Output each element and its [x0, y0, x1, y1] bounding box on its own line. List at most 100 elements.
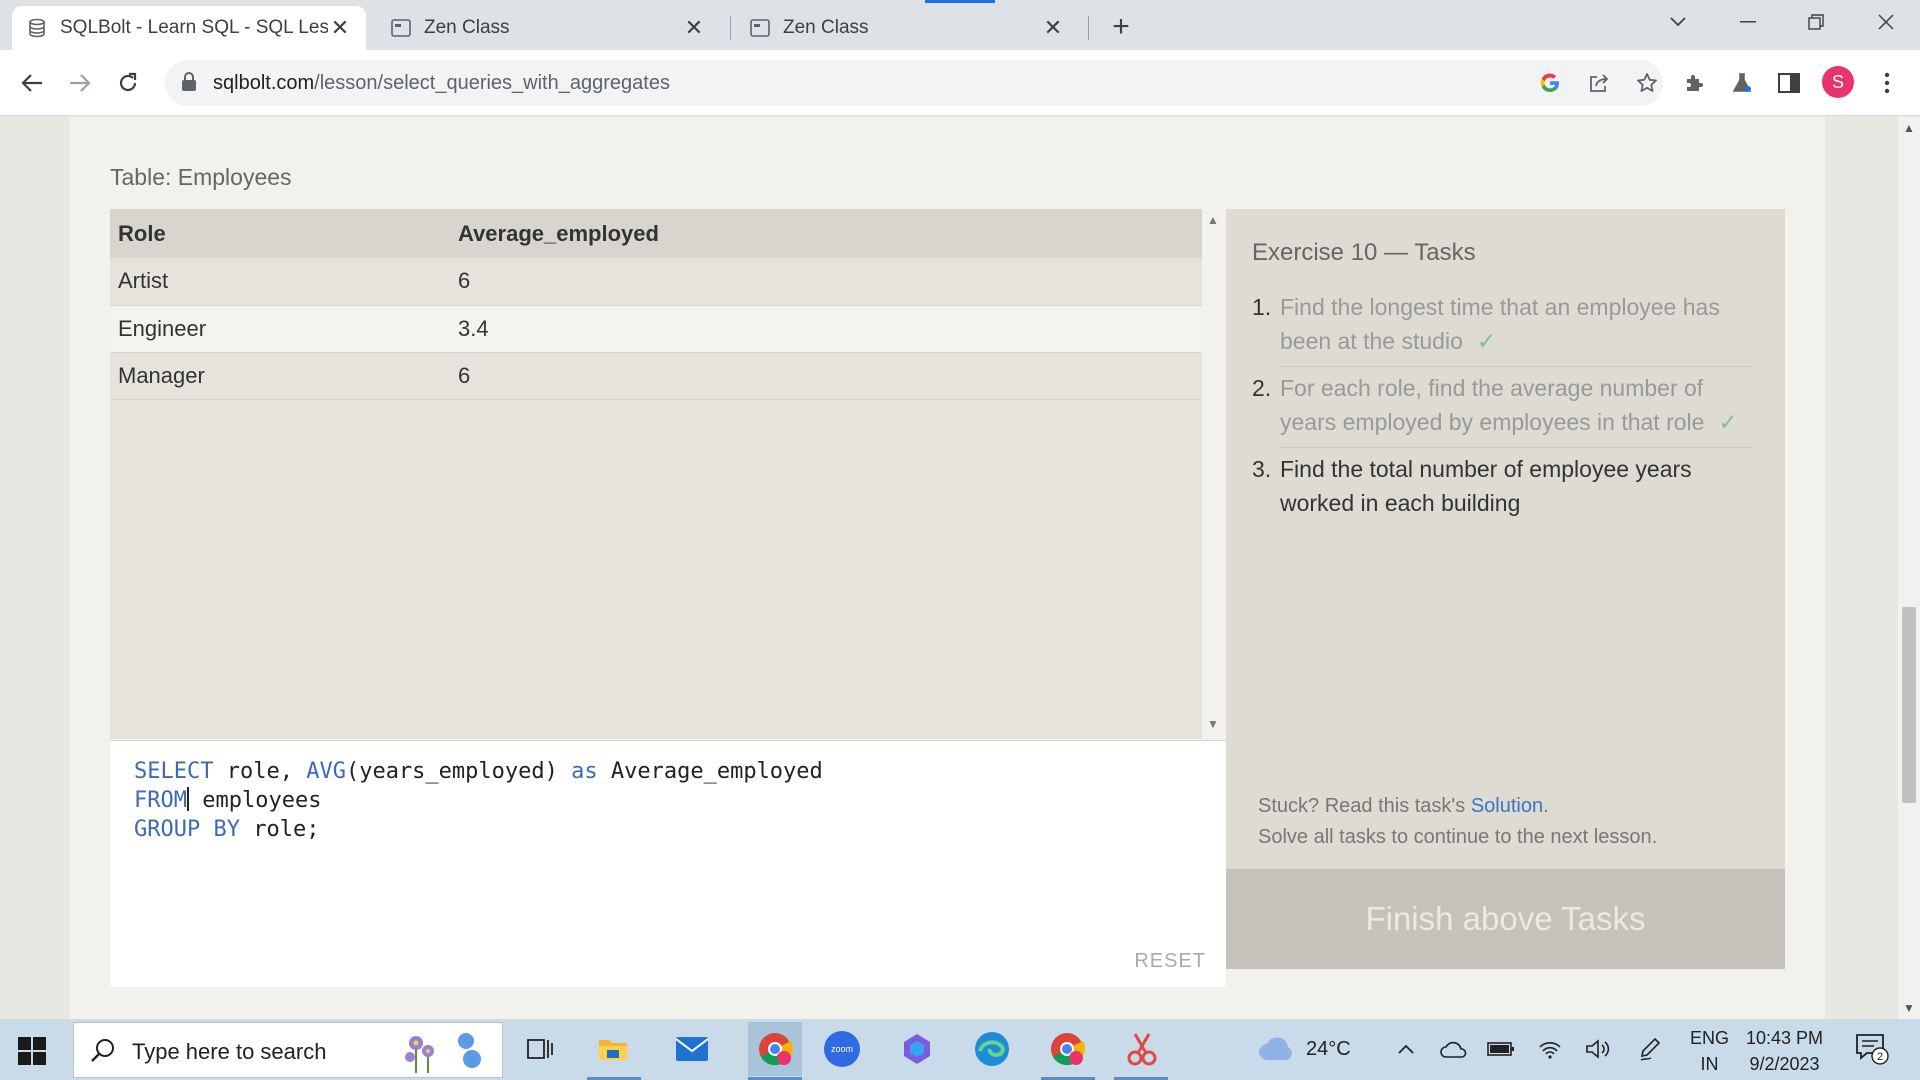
reload-button[interactable]	[109, 64, 147, 102]
code-text: employees	[188, 788, 322, 813]
scrollbar-thumb[interactable]	[1902, 607, 1916, 803]
lock-icon[interactable]	[181, 72, 203, 94]
task-item: 2. For each role, find the average numbe…	[1252, 371, 1752, 439]
browser-tab-strip: SQLBolt - Learn SQL - SQL Lesso ✕ Zen Cl…	[0, 0, 1920, 50]
notification-center-icon[interactable]: 2	[1852, 1029, 1892, 1069]
new-tab-button[interactable]: +	[1104, 10, 1138, 44]
solution-link[interactable]: Solution	[1471, 795, 1543, 817]
weather-temperature[interactable]: 24°C	[1306, 1038, 1351, 1061]
search-placeholder: Type here to search	[132, 1039, 327, 1064]
region-code: IN	[1700, 1054, 1719, 1074]
stuck-help-text: Stuck? Read this task's Solution. Solve …	[1258, 791, 1657, 853]
task-text: For each role, find the average number o…	[1280, 375, 1704, 401]
profile-avatar[interactable]: S	[1822, 66, 1854, 98]
scroll-down-arrow-icon[interactable]: ▼	[1207, 717, 1219, 731]
bookmark-star-icon[interactable]	[1632, 68, 1662, 98]
task-item: 1. Find the longest time that an employe…	[1252, 290, 1752, 358]
keyword: AVG	[306, 759, 346, 784]
scroll-up-arrow-icon[interactable]: ▲	[1207, 213, 1219, 227]
table-row: Artist 6	[110, 258, 1202, 306]
onedrive-cloud-icon[interactable]	[1434, 1029, 1474, 1069]
sql-editor[interactable]: SELECT role, AVG(years_employed) as Aver…	[110, 740, 1226, 987]
task-text: Find the longest time that an employee h…	[1280, 294, 1720, 320]
zoom-icon[interactable]: zoom	[822, 1029, 862, 1069]
page-scrollbar[interactable]: ▲ ▼	[1898, 117, 1920, 1019]
cell-role: Manager	[110, 352, 450, 400]
task-text: years employed by employees in that role	[1280, 409, 1705, 435]
zen-class-icon	[749, 17, 771, 39]
share-icon[interactable]	[1584, 68, 1614, 98]
loading-indicator	[925, 0, 995, 3]
cell-role: Artist	[110, 258, 450, 306]
column-header-role: Role	[110, 209, 450, 258]
task-view-icon[interactable]	[520, 1029, 560, 1069]
tab-zen-class-2[interactable]: Zen Class ✕	[735, 6, 1079, 50]
query-result-table: Role Average_employed Artist 6 Engineer …	[110, 209, 1202, 739]
labs-flask-icon[interactable]	[1723, 64, 1761, 102]
url-host: sqlbolt.com	[213, 72, 315, 94]
taskbar-search-box[interactable]: Type here to search	[73, 1022, 503, 1078]
mail-icon[interactable]	[672, 1029, 712, 1069]
task-number: 3.	[1252, 456, 1272, 482]
sql-code[interactable]: SELECT role, AVG(years_employed) as Aver…	[134, 757, 823, 844]
chrome-icon[interactable]	[1047, 1029, 1087, 1069]
code-text: (years_employed)	[345, 759, 572, 784]
task-item: 3. Find the total number of employee yea…	[1252, 452, 1752, 520]
code-text: role,	[213, 759, 307, 784]
snipping-tool-icon[interactable]	[1122, 1029, 1162, 1069]
tab-sqlbolt[interactable]: SQLBolt - Learn SQL - SQL Lesso ✕	[12, 6, 366, 50]
volume-icon[interactable]	[1578, 1029, 1618, 1069]
forward-button[interactable]	[61, 64, 99, 102]
close-tab-icon[interactable]: ✕	[682, 15, 706, 40]
more-menu-icon[interactable]	[1868, 64, 1906, 102]
task-text: been at the studio	[1280, 328, 1463, 354]
page-content: Table: Employees Role Average_employed A…	[0, 117, 1920, 1019]
task-number: 1.	[1252, 294, 1272, 320]
pen-icon[interactable]	[1630, 1029, 1670, 1069]
chrome-profile-icon[interactable]	[748, 1022, 802, 1076]
table-row: Manager 6	[110, 352, 1202, 400]
wifi-icon[interactable]	[1530, 1029, 1570, 1069]
close-window-button[interactable]	[1856, 4, 1916, 40]
close-tab-icon[interactable]: ✕	[1041, 15, 1065, 40]
back-button[interactable]	[13, 64, 51, 102]
weather-cloud-icon[interactable]	[1257, 1029, 1297, 1069]
tab-zen-class-1[interactable]: Zen Class ✕	[376, 6, 720, 50]
address-bar[interactable]: sqlbolt.com/lesson/select_queries_with_a…	[165, 60, 1663, 106]
task-number: 2.	[1252, 375, 1272, 401]
language-indicator[interactable]: ENG IN	[1690, 1025, 1729, 1077]
tab-title: SQLBolt - Learn SQL - SQL Lesso	[60, 17, 328, 38]
scroll-down-arrow-icon[interactable]: ▼	[1903, 1001, 1915, 1015]
clock[interactable]: 10:43 PM 9/2/2023	[1746, 1025, 1823, 1077]
windows-start-icon[interactable]	[18, 1037, 46, 1065]
side-panel-icon[interactable]	[1770, 64, 1808, 102]
scroll-up-arrow-icon[interactable]: ▲	[1903, 121, 1915, 135]
close-tab-icon[interactable]: ✕	[328, 15, 352, 40]
exercise-title: Exercise 10 — Tasks	[1252, 239, 1476, 266]
microsoft-365-icon[interactable]	[897, 1029, 937, 1069]
cell-average-employed: 6	[450, 258, 1202, 306]
restore-button[interactable]	[1786, 4, 1846, 40]
divider	[1280, 447, 1752, 448]
keyword: GROUP BY	[134, 817, 240, 842]
table-label: Table: Employees	[110, 164, 292, 190]
google-icon[interactable]	[1535, 68, 1565, 98]
clock-date: 9/2/2023	[1749, 1054, 1820, 1074]
browser-toolbar: sqlbolt.com/lesson/select_queries_with_a…	[0, 50, 1920, 116]
battery-icon[interactable]	[1481, 1029, 1521, 1069]
extensions-puzzle-icon[interactable]	[1676, 64, 1714, 102]
finish-tasks-button[interactable]: Finish above Tasks	[1226, 869, 1785, 969]
task-text: worked in each building	[1280, 490, 1521, 516]
edge-browser-icon[interactable]	[972, 1029, 1012, 1069]
url-text[interactable]: sqlbolt.com/lesson/select_queries_with_a…	[213, 72, 670, 95]
search-icon	[90, 1037, 118, 1065]
show-hidden-icons-chevron-icon[interactable]	[1386, 1029, 1426, 1069]
stuck-text: .	[1543, 795, 1549, 817]
keyword: SELECT	[134, 759, 214, 784]
minimize-button[interactable]	[1718, 4, 1778, 40]
column-header-average-employed: Average_employed	[450, 209, 1202, 258]
reset-button[interactable]: RESET	[1134, 950, 1206, 973]
tab-search-chevron-icon[interactable]	[1648, 4, 1708, 40]
clock-time: 10:43 PM	[1746, 1028, 1824, 1048]
file-explorer-icon[interactable]	[593, 1029, 633, 1069]
